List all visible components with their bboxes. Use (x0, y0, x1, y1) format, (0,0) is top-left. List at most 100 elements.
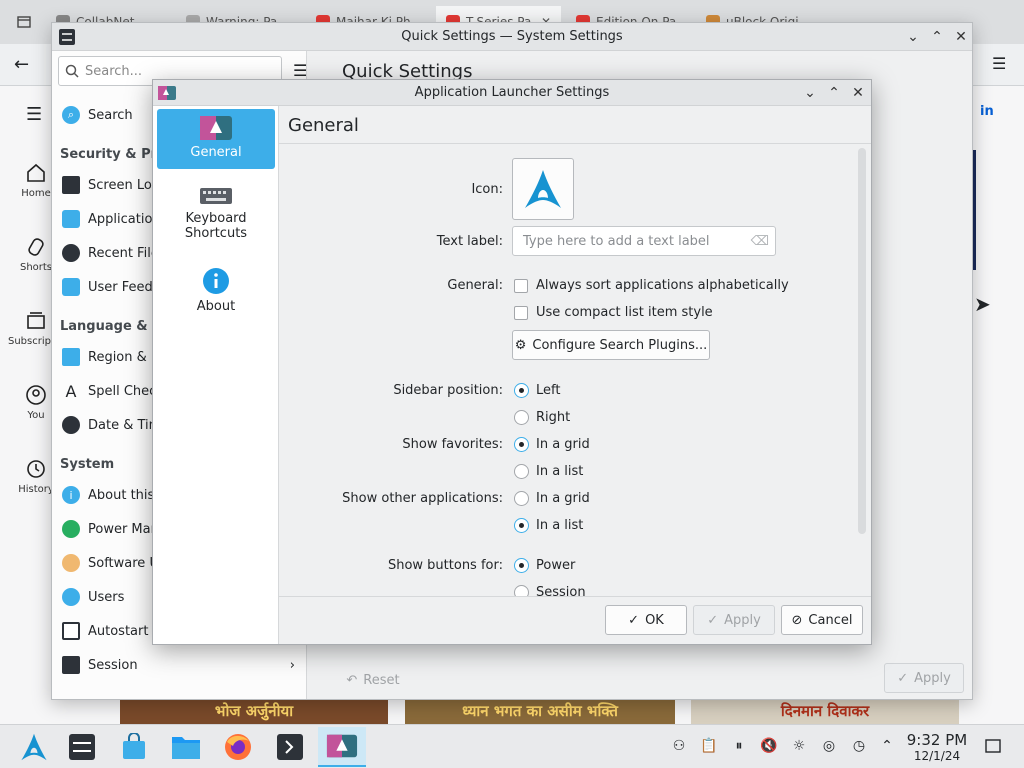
buttons-power-radio[interactable] (514, 558, 529, 573)
launcher-icon (326, 734, 358, 758)
sidebar-item-label: Search (88, 107, 133, 123)
task-launcher-settings[interactable] (318, 727, 366, 767)
keyboard-icon (200, 188, 232, 204)
network-icon[interactable]: ◎ (820, 737, 838, 755)
sort-alphabetically-checkbox[interactable] (514, 279, 528, 293)
clock-date[interactable]: 12/1/24 (898, 749, 976, 763)
apply-button[interactable]: ✓ Apply (884, 663, 964, 693)
video-thumbnail[interactable]: भोज अर्जुनीया (120, 698, 388, 724)
hamburger-menu-icon[interactable]: ☰ (293, 61, 307, 80)
search-icon: ⌕ (62, 106, 80, 124)
other-apps-grid-label[interactable]: In a grid (536, 491, 590, 506)
chevron-right-icon: › (289, 657, 295, 673)
brightness-icon[interactable]: ☼ (790, 737, 808, 755)
compact-list-checkbox[interactable] (514, 306, 528, 320)
page-about[interactable]: About (157, 261, 275, 321)
ok-label: OK (645, 612, 664, 628)
dialog-page-header: General (279, 106, 871, 144)
apply-button[interactable]: ✓ Apply (693, 605, 775, 635)
task-file-manager[interactable] (162, 727, 210, 767)
clipboard-icon[interactable]: 📋 (700, 737, 718, 755)
buttons-session-radio[interactable] (514, 585, 529, 596)
sidebar-position-label: Sidebar position: (393, 383, 503, 398)
maximize-icon[interactable]: ⌃ (825, 84, 843, 102)
sort-alphabetically-label[interactable]: Always sort applications alphabetically (536, 278, 789, 293)
video-thumbnail[interactable]: ध्यान भगत का असीम भक्ति (405, 698, 675, 724)
configure-search-label: Configure Search Plugins... (532, 337, 708, 353)
tab-list-icon[interactable] (6, 6, 42, 38)
chevron-up-icon[interactable]: ⌃ (878, 737, 896, 755)
menu-icon[interactable]: ☰ (992, 54, 1006, 73)
task-system-settings[interactable] (58, 727, 106, 767)
sign-in-link[interactable]: in (980, 104, 994, 119)
other-apps-list-label[interactable]: In a list (536, 518, 583, 533)
favorites-grid-label[interactable]: In a grid (536, 437, 590, 452)
rail-label: You (27, 410, 45, 421)
dialog-title: Application Launcher Settings (414, 85, 610, 100)
kde-connect-icon[interactable]: ⚇ (670, 737, 688, 755)
search-icon (65, 64, 79, 78)
buttons-session-label[interactable]: Session (536, 585, 586, 596)
sidebar-item-session[interactable]: Session › (52, 649, 307, 681)
minimize-icon[interactable]: ⌄ (801, 84, 819, 102)
show-desktop-icon[interactable] (984, 737, 1002, 755)
screen-lock-icon (62, 176, 80, 194)
compact-list-label[interactable]: Use compact list item style (536, 305, 713, 320)
configure-search-plugins-button[interactable]: ⚙ Configure Search Plugins... (512, 330, 710, 360)
sidebar-item-label: Autostart (88, 623, 149, 639)
clock-icon (62, 244, 80, 262)
history-icon (27, 460, 45, 478)
sidebar-left-label[interactable]: Left (536, 383, 560, 398)
check-icon: ✓ (707, 612, 719, 628)
ok-button[interactable]: ✓ OK (605, 605, 687, 635)
menu-icon[interactable]: ☰ (26, 104, 42, 125)
autostart-icon (62, 622, 80, 640)
window-title: Quick Settings — System Settings (401, 29, 623, 44)
application-launcher-button[interactable] (10, 727, 58, 767)
sidebar-left-radio[interactable] (514, 383, 529, 398)
search-placeholder: Search... (85, 63, 143, 79)
volume-muted-icon[interactable]: 🔇 (760, 737, 778, 755)
sidebar-right-radio[interactable] (514, 410, 529, 425)
video-thumbnail[interactable]: दिनमान दिवाकर (691, 698, 959, 724)
back-icon[interactable]: ← (14, 54, 29, 75)
page-heading: General (288, 115, 359, 136)
favorites-list-label[interactable]: In a list (536, 464, 583, 479)
shopping-bag-icon (123, 733, 145, 759)
shorts-icon (28, 238, 44, 256)
update-icon (62, 554, 80, 572)
close-icon[interactable]: ✕ (952, 28, 970, 46)
page-keyboard-shortcuts[interactable]: Keyboard Shortcuts (157, 179, 275, 251)
shield-icon (62, 210, 80, 228)
task-terminal[interactable] (266, 727, 314, 767)
favorites-grid-radio[interactable] (514, 437, 529, 452)
cancel-label: Cancel (808, 612, 853, 628)
form-scrollbar[interactable] (858, 148, 866, 534)
minimize-icon[interactable]: ⌄ (904, 28, 922, 46)
media-pause-icon[interactable]: ⏸ (730, 737, 748, 755)
page-label: About (196, 299, 236, 314)
sliders-icon: ⚙ (514, 337, 527, 353)
clock-time[interactable]: 9:32 PM (898, 731, 976, 749)
task-discover[interactable] (110, 727, 158, 767)
other-apps-list-radio[interactable] (514, 518, 529, 533)
close-icon[interactable]: ✕ (849, 84, 867, 102)
favorites-list-radio[interactable] (514, 464, 529, 479)
rail-label: Home (21, 188, 51, 199)
clock-icon (62, 416, 80, 434)
other-apps-grid-radio[interactable] (514, 491, 529, 506)
sidebar-right-label[interactable]: Right (536, 410, 570, 425)
clear-text-icon[interactable]: ⌫ (751, 234, 769, 249)
check-icon: ✓ (628, 612, 640, 628)
page-general[interactable]: General (157, 109, 275, 169)
reset-label: Reset (363, 672, 400, 688)
text-label-input[interactable]: Type here to add a text label ⌫ (512, 226, 776, 256)
cancel-button[interactable]: ⊘ Cancel (781, 605, 863, 635)
maximize-icon[interactable]: ⌃ (928, 28, 946, 46)
task-firefox[interactable] (214, 727, 262, 767)
updates-icon[interactable]: ◷ (850, 737, 868, 755)
reset-icon: ↶ (346, 672, 358, 688)
icon-picker-button[interactable] (512, 158, 574, 220)
reset-button[interactable]: ↶ Reset (338, 665, 408, 695)
buttons-power-label[interactable]: Power (536, 558, 575, 573)
